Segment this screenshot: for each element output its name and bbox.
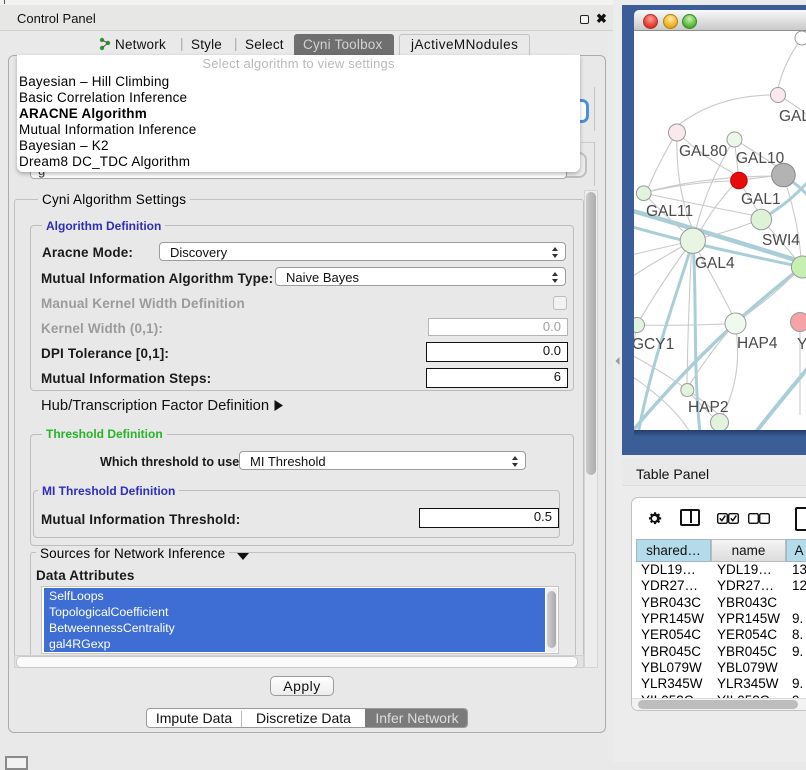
svg-text:GAL11: GAL11 <box>646 203 693 220</box>
svg-text:GAL10: GAL10 <box>736 150 785 167</box>
svg-text:SWI4: SWI4 <box>762 232 800 249</box>
svg-text:Y: Y <box>797 336 806 353</box>
svg-text:HAP2: HAP2 <box>688 399 729 416</box>
svg-text:HAP4: HAP4 <box>737 335 778 352</box>
svg-text:GAL4: GAL4 <box>695 255 735 272</box>
svg-text:GAL: GAL <box>779 108 806 125</box>
svg-text:GAL1: GAL1 <box>741 191 781 208</box>
svg-text:GCY1: GCY1 <box>634 336 674 353</box>
svg-text:GAL80: GAL80 <box>679 143 728 160</box>
